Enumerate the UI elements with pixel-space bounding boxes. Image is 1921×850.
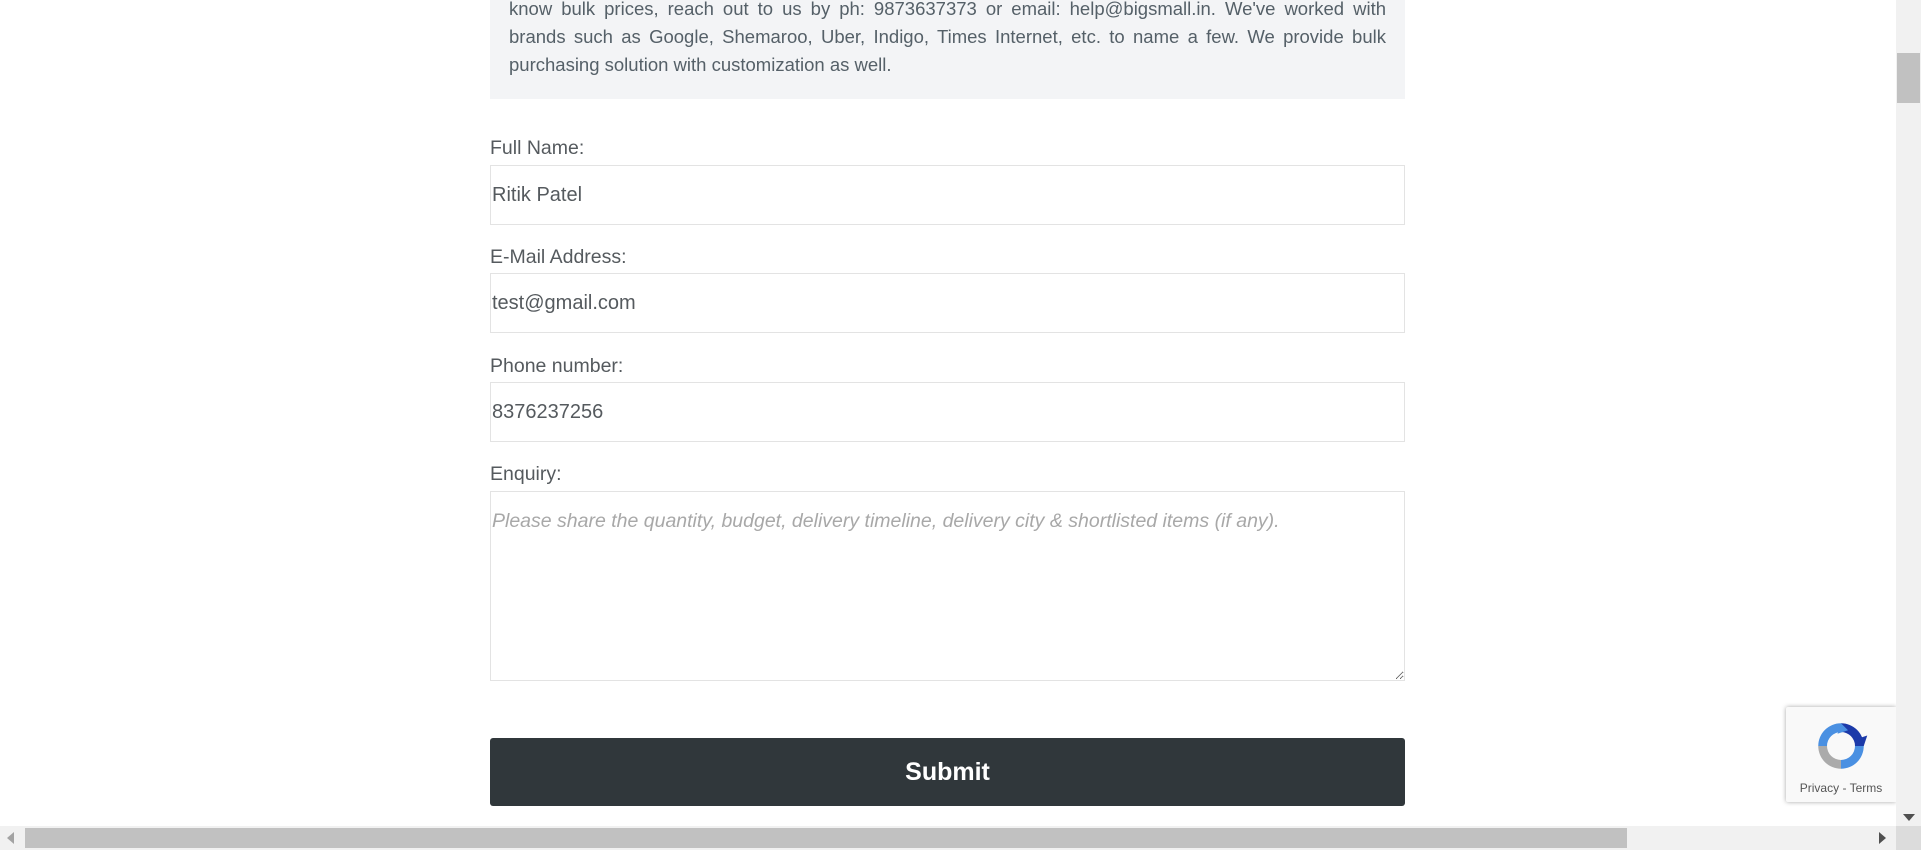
vertical-scrollbar[interactable] bbox=[1896, 0, 1921, 826]
recaptcha-separator: - bbox=[1842, 781, 1847, 795]
page-viewport: know bulk prices, reach out to us by ph:… bbox=[0, 0, 1896, 826]
horizontal-scrollbar-thumb[interactable] bbox=[25, 828, 1627, 848]
phone-input[interactable] bbox=[490, 382, 1405, 442]
scrollbar-corner bbox=[1896, 826, 1921, 850]
bulk-info-text: know bulk prices, reach out to us by ph:… bbox=[509, 0, 1386, 75]
phone-label: Phone number: bbox=[490, 355, 624, 377]
scroll-left-arrow-icon[interactable] bbox=[7, 832, 14, 844]
vertical-scrollbar-thumb[interactable] bbox=[1897, 53, 1920, 103]
recaptcha-links: Privacy - Terms bbox=[1786, 781, 1896, 795]
bulk-info-box: know bulk prices, reach out to us by ph:… bbox=[490, 0, 1405, 99]
recaptcha-privacy-link[interactable]: Privacy bbox=[1800, 781, 1839, 795]
full-name-input[interactable] bbox=[490, 165, 1405, 225]
email-label: E-Mail Address: bbox=[490, 246, 627, 268]
enquiry-label: Enquiry: bbox=[490, 463, 562, 485]
recaptcha-terms-link[interactable]: Terms bbox=[1850, 781, 1883, 795]
horizontal-scrollbar[interactable] bbox=[0, 826, 1896, 850]
enquiry-textarea[interactable] bbox=[490, 491, 1405, 681]
email-input[interactable] bbox=[490, 273, 1405, 333]
full-name-label: Full Name: bbox=[490, 137, 585, 159]
recaptcha-icon bbox=[1818, 723, 1868, 769]
scroll-right-arrow-icon[interactable] bbox=[1879, 832, 1886, 844]
recaptcha-badge[interactable]: Privacy - Terms bbox=[1786, 707, 1896, 802]
scroll-down-arrow-icon[interactable] bbox=[1903, 814, 1915, 821]
submit-button[interactable]: Submit bbox=[490, 738, 1405, 806]
